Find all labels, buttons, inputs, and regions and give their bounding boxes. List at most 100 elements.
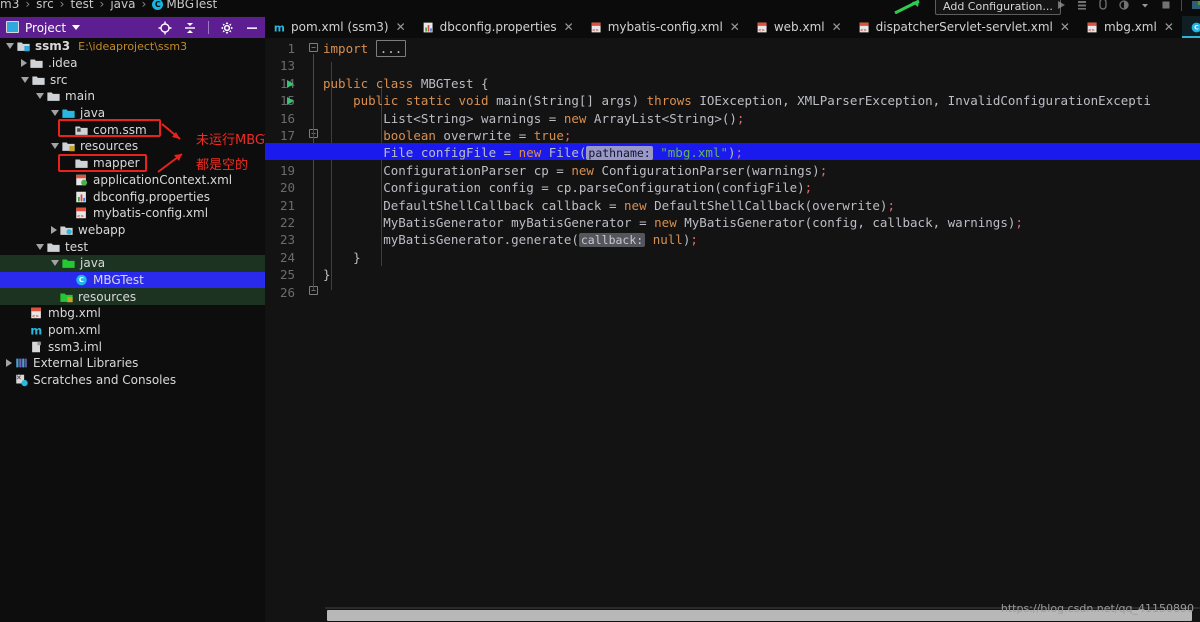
collapse-all-icon[interactable] — [183, 21, 197, 35]
code-line[interactable]: DefaultShellCallback callback = new Defa… — [323, 198, 895, 213]
close-icon[interactable]: ✕ — [396, 20, 406, 34]
editor-gutter[interactable]: 11314151617181920212223242526 — [265, 38, 323, 605]
code-editor[interactable]: 11314151617181920212223242526 − − − impo… — [265, 38, 1200, 605]
code-line[interactable]: File configFile = new File(pathname: "mb… — [323, 145, 743, 160]
run-gutter-icon[interactable] — [287, 80, 294, 88]
tree-item-dbconfig-properties[interactable]: dbconfig.properties — [0, 188, 265, 205]
tree-item-idea[interactable]: .idea — [0, 55, 265, 72]
tree-item-mybatis-config-xml[interactable]: <>mybatis-config.xml — [0, 205, 265, 222]
code-line[interactable]: public class MBGTest { — [323, 76, 489, 91]
stop-icon[interactable] — [1160, 0, 1172, 11]
line-number: 17 — [269, 128, 295, 143]
close-icon[interactable]: ✕ — [730, 20, 740, 34]
close-icon[interactable]: ✕ — [832, 20, 842, 34]
tree-item-external-libraries[interactable]: External Libraries — [0, 355, 265, 372]
tree-item-test[interactable]: test — [0, 238, 265, 255]
tree-item-mbgtest[interactable]: CMBGTest — [0, 272, 265, 289]
collapsed-imports[interactable]: ... — [376, 40, 407, 57]
tree-item-ssm3[interactable]: ssm3E:\ideaproject\ssm3 — [0, 38, 265, 55]
editor-code-area[interactable]: import ... public class MBGTest { public … — [323, 38, 1200, 605]
locate-icon[interactable] — [158, 21, 172, 35]
breadcrumb-item-test[interactable]: test — [70, 0, 93, 11]
line-number: 20 — [269, 180, 295, 195]
settings-gear-icon[interactable] — [220, 21, 234, 35]
editor-tab-mbg-xml[interactable]: <>mbg.xml✕ — [1078, 16, 1182, 38]
svg-text:C: C — [1194, 23, 1199, 31]
chevron-down-icon[interactable] — [21, 77, 29, 83]
run-toolbar[interactable] — [1055, 0, 1200, 11]
code-line[interactable]: MyBatisGenerator myBatisGenerator = new … — [323, 215, 1023, 230]
iml-icon — [29, 340, 44, 354]
breadcrumb-item-src[interactable]: src — [36, 0, 54, 11]
tree-item-java[interactable]: java — [0, 105, 265, 122]
breadcrumb[interactable]: m3›src›test›java›CMBGTest — [0, 0, 217, 11]
breadcrumb-separator: › — [58, 0, 67, 11]
tree-item-label: main — [65, 89, 95, 103]
chevron-right-icon[interactable] — [21, 59, 27, 67]
tree-item-java[interactable]: java — [0, 255, 265, 272]
editor-tab-dispatcherservlet-servlet-xml[interactable]: <>dispatcherServlet-servlet.xml✕ — [850, 16, 1078, 38]
tree-item-mbg-xml[interactable]: <>mbg.xml — [0, 305, 265, 322]
editor-tab-dbconfig-properties[interactable]: dbconfig.properties✕ — [414, 16, 582, 38]
tree-item-label: src — [50, 73, 68, 87]
code-line[interactable]: List<String> warnings = new ArrayList<St… — [323, 111, 744, 126]
tree-item-label: mybatis-config.xml — [93, 206, 208, 220]
debug-icon[interactable] — [1097, 0, 1109, 11]
code-line[interactable]: boolean overwrite = true; — [323, 128, 571, 143]
close-icon[interactable]: ✕ — [564, 20, 574, 34]
breadcrumb-item-mbgtest[interactable]: CMBGTest — [152, 0, 217, 11]
editor-tab-mbgtest-java[interactable]: CMBGTest.java✕ — [1182, 16, 1200, 38]
code-line[interactable]: import ... — [323, 41, 406, 56]
chevron-down-icon[interactable] — [51, 260, 59, 266]
build-icon[interactable] — [1076, 0, 1088, 11]
close-icon[interactable]: ✕ — [1060, 20, 1070, 34]
editor-tab-mybatis-config-xml[interactable]: <>mybatis-config.xml✕ — [582, 16, 748, 38]
code-line[interactable]: } — [323, 267, 331, 282]
chevron-right-icon[interactable] — [6, 359, 12, 367]
chevron-down-icon[interactable] — [36, 93, 44, 99]
tree-item-webapp[interactable]: webapp — [0, 222, 265, 239]
project-tree[interactable]: ssm3E:\ideaproject\ssm3.ideasrcmainjavac… — [0, 38, 265, 622]
fold-marker-import[interactable]: − — [309, 43, 318, 52]
run-gutter-icon[interactable] — [287, 97, 294, 105]
code-line[interactable]: Configuration config = cp.parseConfigura… — [323, 180, 812, 195]
webapp-icon — [59, 223, 74, 237]
line-number: 23 — [269, 232, 295, 247]
chevron-down-icon[interactable] — [36, 244, 44, 250]
tree-item-scratches-and-consoles[interactable]: Scratches and Consoles — [0, 372, 265, 389]
run-icon[interactable] — [1055, 0, 1067, 11]
chevron-right-icon[interactable] — [51, 226, 57, 234]
chevron-down-icon[interactable] — [51, 110, 59, 116]
svg-text:<>: <> — [1088, 27, 1095, 32]
chevron-down-icon[interactable] — [51, 143, 59, 149]
editor-tab-pom-xml-ssm3[interactable]: mpom.xml (ssm3)✕ — [265, 16, 414, 38]
editor-tab-bar[interactable]: mpom.xml (ssm3)✕dbconfig.properties✕<>my… — [265, 16, 1200, 38]
code-line[interactable]: public static void main(String[] args) t… — [323, 93, 1151, 108]
layout-icon[interactable] — [1191, 0, 1200, 11]
code-line[interactable]: ConfigurationParser cp = new Configurati… — [323, 163, 827, 178]
coverage-icon[interactable] — [1118, 0, 1130, 11]
folder-icon — [29, 56, 44, 70]
parameter-hint: callback: — [579, 233, 645, 247]
tree-item-pom-xml[interactable]: mpom.xml — [0, 322, 265, 339]
breadcrumb-label: MBGTest — [166, 0, 217, 11]
tree-item-resources[interactable]: resources — [0, 288, 265, 305]
editor-tab-web-xml[interactable]: <>web.xml✕ — [748, 16, 850, 38]
code-line[interactable]: myBatisGenerator.generate(callback: null… — [323, 232, 698, 247]
tree-item-ssm3-iml[interactable]: ssm3.iml — [0, 338, 265, 355]
close-icon[interactable]: ✕ — [1164, 20, 1174, 34]
chevron-down-icon[interactable] — [72, 25, 80, 30]
code-line[interactable]: } — [323, 250, 361, 265]
chevron-down-icon[interactable] — [6, 43, 14, 49]
hide-icon[interactable] — [245, 21, 259, 35]
tree-item-applicationcontext-xml[interactable]: applicationContext.xml — [0, 172, 265, 189]
tree-item-main[interactable]: main — [0, 88, 265, 105]
tree-item-src[interactable]: src — [0, 71, 265, 88]
library-icon — [14, 356, 29, 370]
chevron-down-icon[interactable] — [1139, 0, 1151, 11]
svg-text:<>: <> — [592, 27, 599, 32]
breadcrumb-item-java[interactable]: java — [110, 0, 135, 11]
project-panel-header: Project — [0, 17, 265, 38]
breadcrumb-item-m3[interactable]: m3 — [0, 0, 19, 11]
add-configuration-button[interactable]: Add Configuration... — [935, 0, 1061, 15]
